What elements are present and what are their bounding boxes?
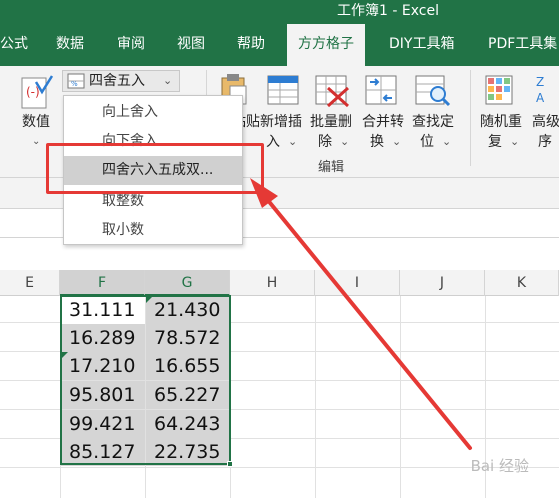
watermark: Bai 经验 [470, 457, 529, 475]
pointer-arrow [250, 178, 472, 450]
